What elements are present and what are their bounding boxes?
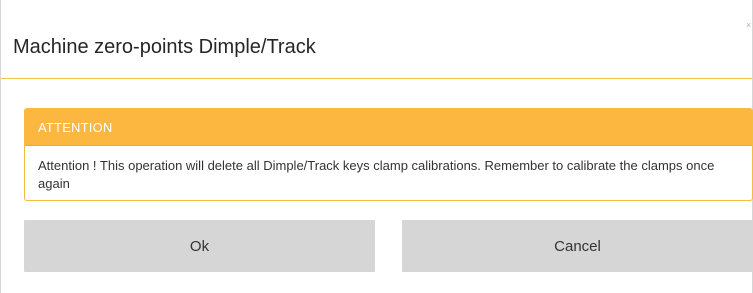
close-icon[interactable]: × bbox=[746, 20, 752, 30]
alert-message: Attention ! This operation will delete a… bbox=[38, 158, 715, 191]
dialog-title: Machine zero-points Dimple/Track bbox=[13, 36, 316, 58]
alert-heading-text: ATTENTION bbox=[38, 120, 113, 135]
alert-heading: ATTENTION bbox=[25, 109, 752, 146]
ok-button[interactable]: Ok bbox=[24, 220, 375, 272]
confirm-dialog: Machine zero-points Dimple/Track × ATTEN… bbox=[0, 0, 753, 293]
cancel-button[interactable]: Cancel bbox=[402, 220, 753, 272]
attention-alert: ATTENTION Attention ! This operation wil… bbox=[24, 108, 753, 201]
dialog-header: Machine zero-points Dimple/Track × bbox=[1, 0, 752, 79]
